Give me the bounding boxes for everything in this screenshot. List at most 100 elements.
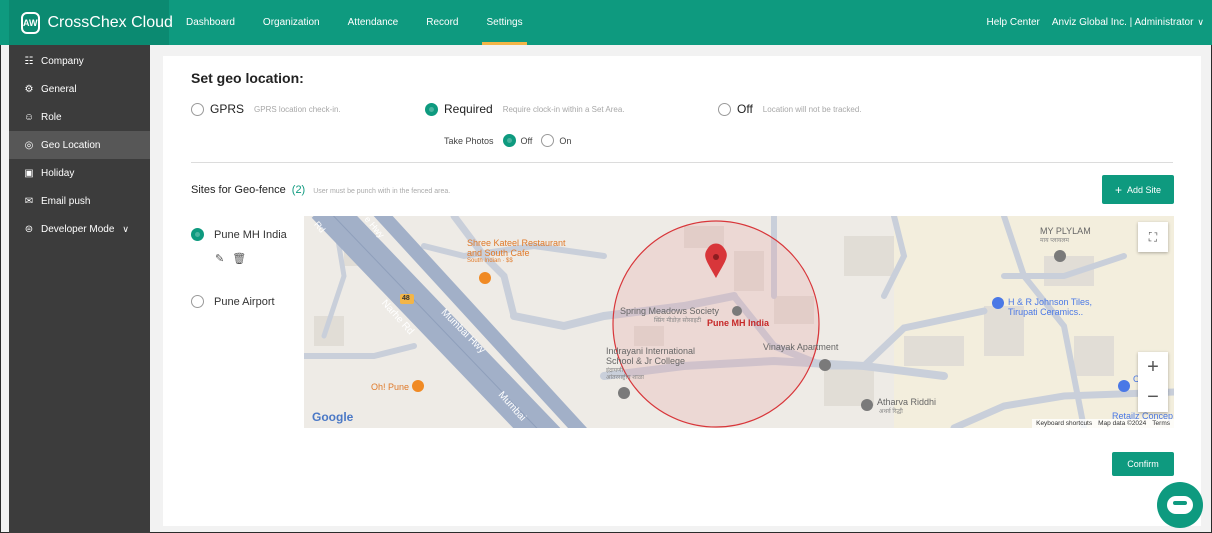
site-label: Pune MH India [214, 228, 287, 241]
site-actions: ✎ 🗑︎ [215, 252, 246, 265]
option-label: GPRS [210, 102, 245, 116]
plus-icon: + [1114, 182, 1122, 197]
page-title: Set geo location: [191, 70, 304, 86]
email-icon: ✉ [24, 195, 34, 207]
option-off[interactable]: Off Location will not be tracked. [718, 102, 862, 116]
nav-dashboard[interactable]: Dashboard [186, 0, 235, 45]
take-photos-row: Take Photos Off On [444, 134, 571, 147]
map-label: MY PLYLAM [1040, 226, 1091, 236]
building-icon: ☷ [24, 55, 34, 67]
divider [191, 162, 1173, 163]
map-data-text: Map data ©2024 [1098, 420, 1147, 427]
nav-settings[interactable]: Settings [482, 0, 527, 45]
sites-hint: User must be punch with in the fenced ar… [313, 188, 451, 195]
sidebar-item-label: Email push [41, 195, 91, 207]
main-nav: Dashboard Organization Attendance Record… [186, 0, 551, 45]
take-photos-label: Take Photos [444, 135, 494, 146]
keyboard-shortcuts-link[interactable]: Keyboard shortcuts [1036, 420, 1092, 427]
map-label: आंतरराष्ट्रीय शाळा [606, 375, 644, 381]
people-icon: ☺ [23, 111, 35, 123]
chat-bubble-icon [1167, 496, 1193, 514]
map-label: Shree Kateel Restaurant [467, 238, 566, 248]
site-item-pune-airport[interactable]: Pune Airport [191, 295, 275, 308]
option-desc: Require clock-in within a Set Area. [502, 104, 625, 114]
chevron-down-icon: ∨ [122, 223, 129, 234]
gear-icon: ⚙ [24, 83, 34, 95]
nav-attendance[interactable]: Attendance [348, 0, 399, 45]
option-desc: Location will not be tracked. [762, 104, 862, 114]
nav-organization[interactable]: Organization [263, 0, 320, 45]
brand-name: CrossChex Cloud [47, 13, 173, 31]
photos-on-radio[interactable] [541, 134, 555, 147]
geo-settings-panel: Set geo location: GPRS GPRS location che… [163, 56, 1201, 526]
gprs-radio[interactable] [191, 102, 204, 116]
sites-title: Sites for Geo-fence [191, 184, 286, 196]
confirm-button[interactable]: Confirm [1112, 452, 1174, 476]
help-center-link[interactable]: Help Center [987, 0, 1040, 45]
site-radio[interactable] [191, 295, 204, 308]
map-label: and South Cafe [467, 248, 530, 258]
zoom-in-button[interactable]: + [1138, 352, 1168, 382]
site-item-pune-mh-india[interactable]: Pune MH India [191, 228, 287, 241]
photos-off-radio[interactable] [502, 134, 516, 147]
map-label: South Indian · $$ [467, 258, 513, 264]
fullscreen-icon[interactable]: ⛶ [1138, 222, 1168, 252]
trash-icon[interactable]: 🗑︎ [232, 252, 246, 265]
brand-logo-icon: AW [21, 11, 40, 34]
terms-link[interactable]: Terms [1152, 420, 1170, 427]
add-site-label: Add Site [1126, 184, 1162, 195]
sidebar-item-email-push[interactable]: ✉ Email push [9, 187, 150, 215]
zoom-control: + − [1138, 352, 1168, 412]
option-desc: GPRS location check-in. [254, 104, 341, 114]
off-radio[interactable] [718, 102, 731, 116]
sidebar-item-company[interactable]: ☷ Company [9, 47, 150, 75]
sidebar-item-developer-mode[interactable]: ⊜ Developer Mode ∨ [9, 215, 150, 243]
geo-fence-map[interactable]: Shree Kateel Restaurant and South Cafe S… [304, 216, 1174, 428]
account-menu[interactable]: Anviz Global Inc. | Administrator ∨ [1052, 0, 1204, 45]
brand[interactable]: AW CrossChex Cloud [9, 0, 173, 45]
sidebar: ☷ Company ⚙ General ☺ Role ◎ Geo Locatio… [9, 45, 150, 533]
zoom-out-button[interactable]: − [1138, 382, 1168, 412]
map-label: Oh! Pune [371, 382, 410, 392]
top-bar: AW CrossChex Cloud Dashboard Organizatio… [0, 0, 1212, 45]
edit-icon[interactable]: ✎ [215, 252, 224, 265]
map-label: Vinayak Apartment [763, 342, 839, 352]
sidebar-item-label: Geo Location [41, 139, 101, 151]
google-logo: Google [312, 410, 354, 424]
option-gprs[interactable]: GPRS GPRS location check-in. [191, 102, 341, 116]
top-right: Help Center Anviz Global Inc. | Administ… [987, 0, 1205, 45]
chevron-down-icon: ∨ [1197, 17, 1204, 27]
sidebar-item-label: Developer Mode [41, 223, 115, 235]
sites-count: (2) [291, 184, 306, 196]
option-label: Off [737, 102, 753, 116]
map-label: Spring Meadows Society [620, 306, 720, 316]
sidebar-item-general[interactable]: ⚙ General [9, 75, 150, 103]
option-label: Required [444, 102, 493, 116]
highway-shield: 48 [402, 295, 410, 302]
map-label: माय प्लायलम [1040, 238, 1070, 244]
sidebar-item-label: General [41, 83, 77, 95]
location-icon: ◎ [24, 139, 34, 151]
map-label: H & R Johnson Tiles, [1008, 297, 1093, 307]
map-label: Tirupati Ceramics.. [1008, 307, 1084, 317]
site-radio[interactable] [191, 228, 204, 241]
required-radio[interactable] [425, 102, 438, 116]
sidebar-item-role[interactable]: ☺ Role [9, 103, 150, 131]
map-label: Indrayani International [606, 346, 696, 356]
photos-off-label: Off [520, 135, 533, 146]
sidebar-item-label: Holiday [41, 167, 75, 179]
sidebar-item-label: Role [41, 111, 62, 123]
sidebar-item-holiday[interactable]: ▣ Holiday [9, 159, 150, 187]
sites-header: Sites for Geo-fence (2) User must be pun… [191, 184, 450, 196]
calendar-icon: ▣ [24, 167, 34, 179]
add-site-button[interactable]: + Add Site [1102, 175, 1174, 204]
photos-on-label: On [559, 135, 572, 146]
nav-record[interactable]: Record [426, 0, 458, 45]
code-icon: ⊜ [24, 223, 34, 235]
chat-icon[interactable] [1157, 482, 1203, 528]
sidebar-item-label: Company [41, 55, 84, 67]
sidebar-item-geo-location[interactable]: ◎ Geo Location [9, 131, 150, 159]
site-label-on-map: Pune MH India [707, 318, 770, 328]
site-label: Pune Airport [214, 295, 275, 308]
option-required[interactable]: Required Require clock-in within a Set A… [425, 102, 625, 116]
